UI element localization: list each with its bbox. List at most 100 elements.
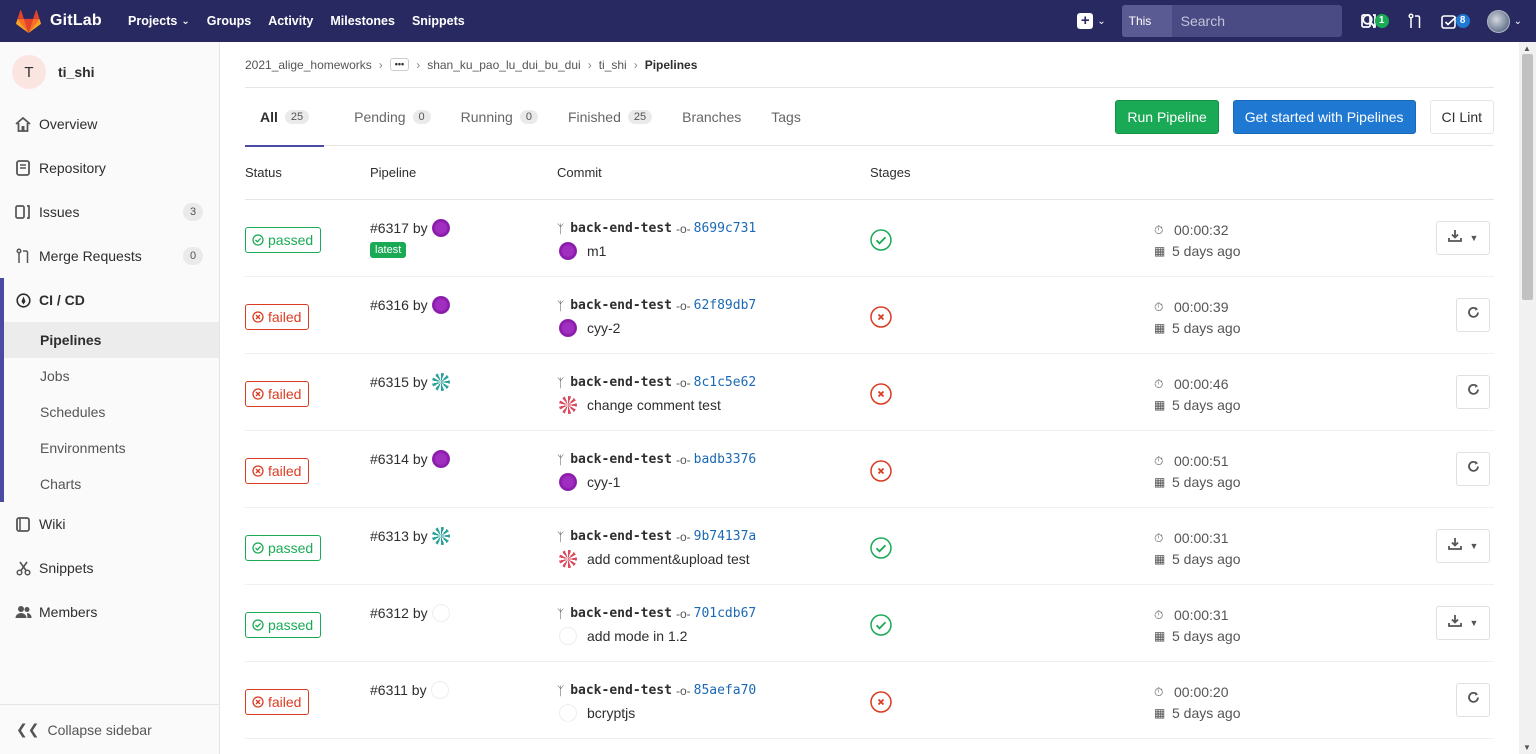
status-badge[interactable]: failed (245, 458, 310, 484)
commit-sha[interactable]: 8699c731 (694, 221, 757, 236)
sidebar-subitem-pipelines[interactable]: Pipelines (4, 322, 219, 358)
status-badge[interactable]: failed (245, 304, 310, 330)
branch-name[interactable]: back-end-test (570, 529, 672, 544)
commit-sha[interactable]: 8c1c5e62 (694, 375, 757, 390)
sidebar-item-snippets[interactable]: Snippets (0, 546, 219, 590)
sidebar-item-members[interactable]: Members (0, 590, 219, 634)
commit-title[interactable]: m1 (587, 243, 606, 259)
sidebar-item-issues[interactable]: Issues 3 (0, 190, 219, 234)
issues-nav-button[interactable]: 1 (1360, 13, 1389, 29)
pipeline-id[interactable]: #6311 by (370, 681, 449, 699)
commit-author-avatar[interactable] (559, 550, 577, 568)
nav-projects[interactable]: Projects ⌄ (128, 14, 190, 28)
commit-sha[interactable]: 9b74137a (694, 529, 757, 544)
pipeline-id[interactable]: #6317 by (370, 219, 450, 237)
breadcrumb-current[interactable]: Pipelines (645, 58, 698, 72)
user-menu-button[interactable]: ⌄ (1486, 9, 1522, 33)
sidebar-item-overview[interactable]: Overview (0, 102, 219, 146)
breadcrumb-subgroup[interactable]: shan_ku_pao_lu_dui_bu_dui (427, 58, 580, 72)
commit-author-avatar[interactable] (559, 319, 577, 337)
nav-activity[interactable]: Activity (268, 14, 313, 28)
pipeline-id[interactable]: #6314 by (370, 450, 450, 468)
commit-title[interactable]: bcryptjs (587, 705, 635, 721)
todos-nav-button[interactable]: 8 (1440, 14, 1470, 29)
branch-name[interactable]: back-end-test (570, 221, 672, 236)
branch-name[interactable]: back-end-test (570, 683, 672, 698)
stage-failed-icon[interactable] (870, 306, 892, 333)
user-avatar[interactable] (431, 219, 450, 237)
search-scope[interactable]: This project (1121, 5, 1172, 60)
search-input[interactable] (1171, 13, 1362, 29)
commit-author-avatar[interactable] (559, 704, 577, 722)
scroll-down-arrow-icon[interactable]: ▼ (1523, 743, 1531, 752)
nav-snippets[interactable]: Snippets (412, 14, 465, 28)
stage-passed-icon[interactable] (870, 229, 892, 256)
status-badge[interactable]: passed (245, 227, 322, 253)
sidebar-subitem-charts[interactable]: Charts (4, 466, 219, 502)
tab-running[interactable]: Running 0 (461, 88, 538, 146)
retry-button[interactable] (1456, 298, 1490, 332)
download-artifacts-button[interactable]: ▼ (1436, 529, 1490, 563)
pipeline-id[interactable]: #6315 by (370, 373, 450, 391)
tab-finished[interactable]: Finished 25 (568, 88, 653, 146)
nav-milestones[interactable]: Milestones (330, 14, 395, 28)
commit-author-avatar[interactable] (559, 396, 577, 414)
collapse-sidebar-button[interactable]: ❮❮ Collapse sidebar (0, 704, 219, 754)
status-badge[interactable]: failed (245, 689, 310, 715)
status-badge[interactable]: failed (245, 381, 310, 407)
page-scrollbar[interactable]: ▲ ▼ (1519, 42, 1536, 754)
sidebar-item-cicd[interactable]: CI / CD (4, 278, 219, 322)
status-badge[interactable]: passed (245, 535, 322, 561)
retry-button[interactable] (1456, 683, 1490, 717)
tab-pending[interactable]: Pending 0 (354, 88, 431, 146)
branch-name[interactable]: back-end-test (570, 606, 672, 621)
tab-branches[interactable]: Branches (682, 88, 741, 146)
user-avatar[interactable] (430, 681, 449, 699)
new-dropdown-button[interactable]: + ⌄ (1077, 13, 1106, 29)
user-avatar[interactable] (431, 450, 450, 468)
tab-all[interactable]: All 25 (245, 88, 325, 147)
stage-passed-icon[interactable] (870, 614, 892, 641)
user-avatar[interactable] (431, 373, 450, 391)
commit-sha[interactable]: 62f89db7 (694, 298, 757, 313)
get-started-pipelines-button[interactable]: Get started with Pipelines (1232, 100, 1416, 134)
stage-failed-icon[interactable] (870, 383, 892, 410)
stage-failed-icon[interactable] (870, 460, 892, 487)
scroll-up-arrow-icon[interactable]: ▲ (1523, 44, 1531, 53)
breadcrumb-project[interactable]: ti_shi (599, 58, 627, 72)
branch-name[interactable]: back-end-test (570, 298, 672, 313)
commit-title[interactable]: cyy-2 (587, 320, 620, 336)
download-artifacts-button[interactable]: ▼ (1436, 606, 1490, 640)
breadcrumb-ellipsis-button[interactable]: ••• (389, 58, 410, 71)
commit-author-avatar[interactable] (559, 242, 577, 260)
sidebar-item-wiki[interactable]: Wiki (0, 502, 219, 546)
user-avatar[interactable] (431, 604, 450, 622)
pipeline-id[interactable]: #6316 by (370, 296, 450, 314)
breadcrumb-group[interactable]: 2021_alige_homeworks (245, 58, 372, 72)
run-pipeline-button[interactable]: Run Pipeline (1115, 100, 1219, 134)
sidebar-item-merge-requests[interactable]: Merge Requests 0 (0, 234, 219, 278)
commit-author-avatar[interactable] (559, 473, 577, 491)
sidebar-subitem-schedules[interactable]: Schedules (4, 394, 219, 430)
tab-tags[interactable]: Tags (771, 88, 801, 146)
retry-button[interactable] (1456, 452, 1490, 486)
status-badge[interactable]: passed (245, 612, 322, 638)
nav-groups[interactable]: Groups (207, 14, 251, 28)
commit-title[interactable]: change comment test (587, 397, 721, 413)
gitlab-logo[interactable]: GitLab (16, 9, 116, 33)
branch-name[interactable]: back-end-test (570, 375, 672, 390)
download-artifacts-button[interactable]: ▼ (1436, 221, 1490, 255)
scrollbar-thumb[interactable] (1522, 54, 1533, 300)
pipeline-id[interactable]: #6313 by (370, 527, 450, 545)
retry-button[interactable] (1456, 375, 1490, 409)
merge-requests-nav-button[interactable] (1407, 13, 1423, 29)
commit-sha[interactable]: 701cdb67 (694, 606, 757, 621)
commit-title[interactable]: cyy-1 (587, 474, 620, 490)
user-avatar[interactable] (431, 527, 450, 545)
sidebar-subitem-environments[interactable]: Environments (4, 430, 219, 466)
sidebar-item-repository[interactable]: Repository (0, 146, 219, 190)
sidebar-subitem-jobs[interactable]: Jobs (4, 358, 219, 394)
commit-author-avatar[interactable] (559, 627, 577, 645)
commit-title[interactable]: add comment&upload test (587, 551, 750, 567)
commit-sha[interactable]: badb3376 (694, 452, 757, 467)
